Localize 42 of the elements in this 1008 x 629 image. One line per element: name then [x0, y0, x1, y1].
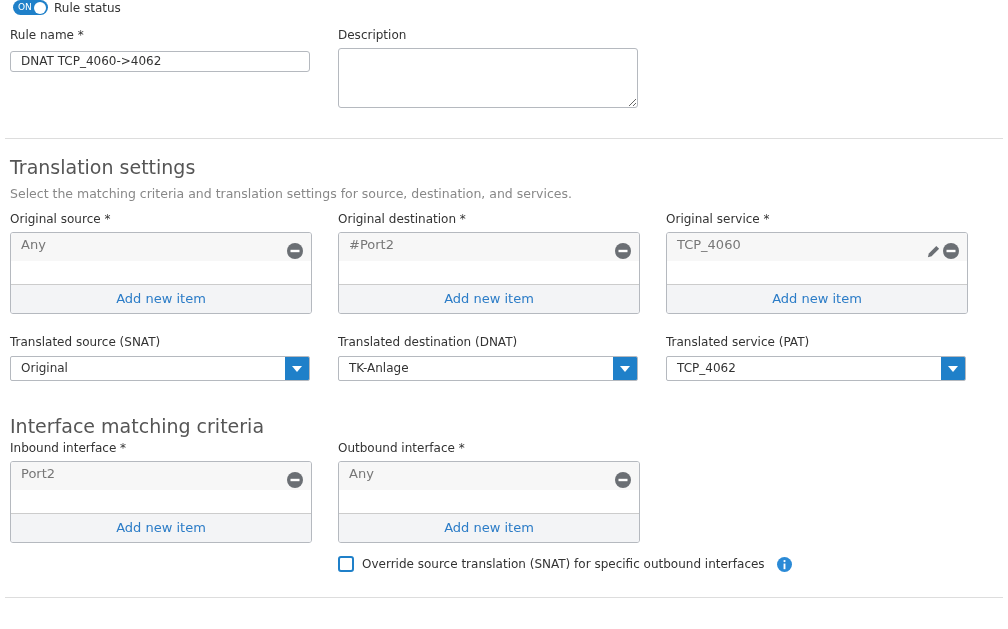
section-description: Select the matching criteria and translation settings for source, destination, and services.	[9, 186, 574, 202]
section-heading: Translation settings	[9, 155, 197, 179]
add-item-button[interactable]: Add new item	[667, 284, 967, 313]
description-field[interactable]	[338, 48, 638, 108]
checkbox-label: Override source translation (SNAT) for specific outbound interfaces	[362, 556, 765, 573]
add-item-button[interactable]: Add new item	[11, 284, 311, 313]
remove-icon[interactable]	[943, 243, 959, 259]
field-label: Outbound interface *	[338, 441, 466, 455]
caret-icon	[292, 365, 302, 372]
caret-icon	[620, 365, 630, 372]
list-item[interactable]: Any	[11, 233, 311, 261]
remove-icon[interactable]	[615, 472, 631, 488]
info-icon[interactable]	[776, 556, 792, 572]
field-label: Original source *	[10, 212, 112, 226]
field-label: Original service *	[666, 212, 771, 226]
field-label: Inbound interface *	[10, 441, 128, 455]
field-label: Rule name *	[10, 28, 85, 42]
list-item[interactable]: Any	[339, 462, 639, 490]
field-label: Translated destination (DNAT)	[338, 335, 519, 349]
section-heading: Interface matching criteria	[9, 414, 266, 438]
list-item[interactable]: #Port2	[339, 233, 639, 261]
checkbox[interactable]	[338, 556, 354, 572]
caret-icon	[948, 365, 958, 372]
list-item[interactable]: Port2	[11, 462, 311, 490]
field-label: Translated source (SNAT)	[10, 335, 162, 349]
rule-name-field[interactable]: DNAT TCP_4060->4062	[10, 50, 310, 72]
add-item-button[interactable]: Add new item	[339, 513, 639, 542]
list-item[interactable]: TCP_4060	[667, 233, 967, 261]
dropdown[interactable]: TCP_4062	[666, 356, 966, 381]
dropdown[interactable]: Original	[10, 356, 310, 381]
toggle-label: Rule status	[54, 0, 121, 17]
field-label: Original destination *	[338, 212, 467, 226]
field-label: Translated service (PAT)	[666, 335, 811, 349]
remove-icon[interactable]	[287, 243, 303, 259]
dropdown[interactable]: TK-Anlage	[338, 356, 638, 381]
toggle-switch[interactable]: ON	[13, 0, 48, 15]
add-item-button[interactable]: Add new item	[11, 513, 311, 542]
remove-icon[interactable]	[287, 472, 303, 488]
remove-icon[interactable]	[615, 243, 631, 259]
field-label: Description	[338, 28, 408, 42]
pencil-icon[interactable]	[926, 243, 941, 259]
add-item-button[interactable]: Add new item	[339, 284, 639, 313]
